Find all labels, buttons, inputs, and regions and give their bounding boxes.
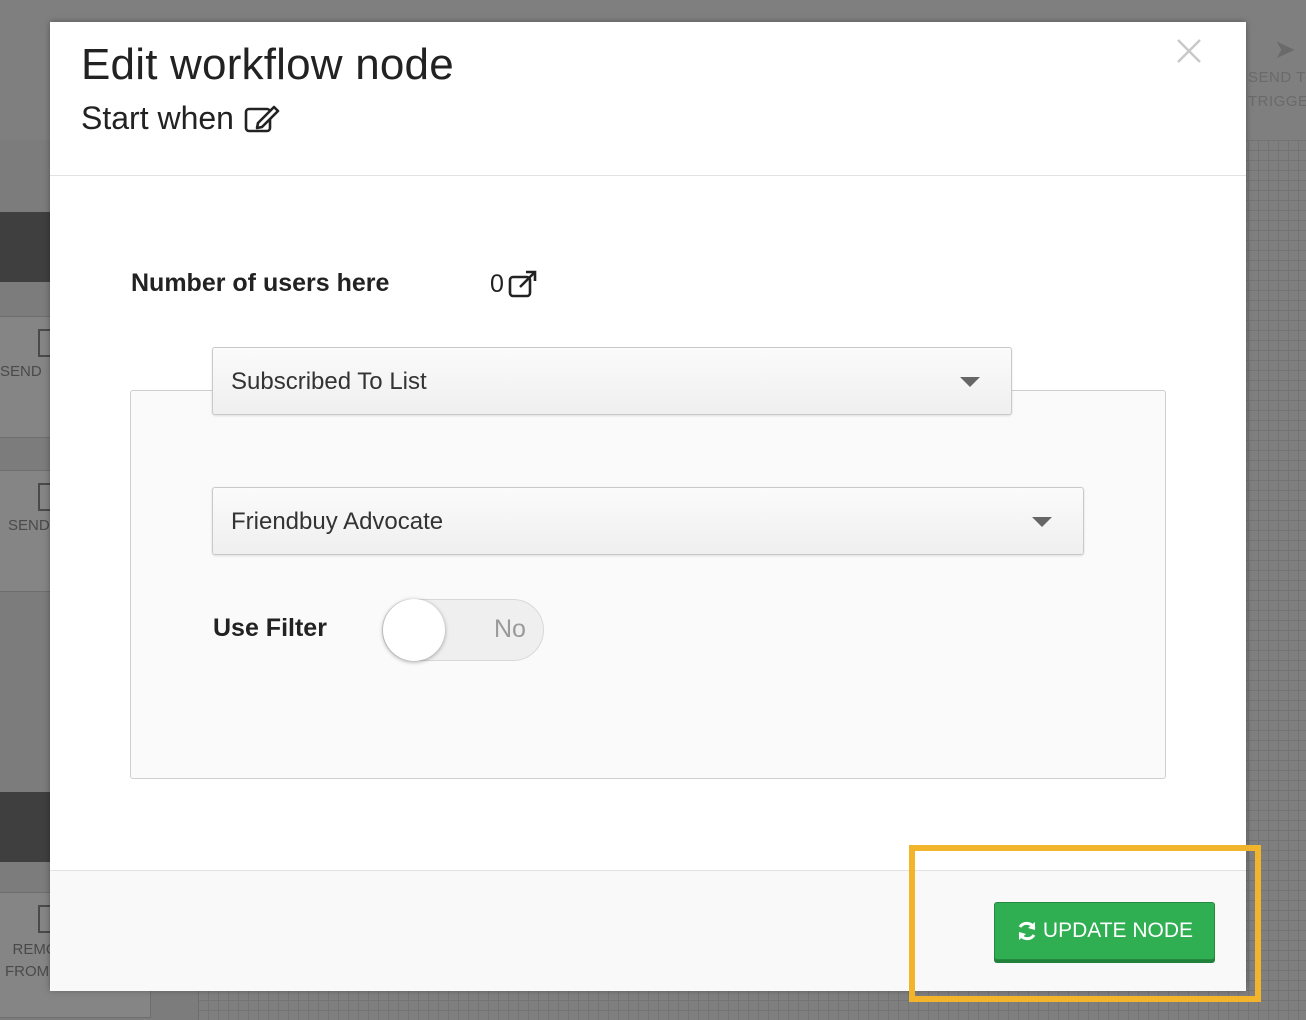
- list-select[interactable]: Friendbuy Advocate: [212, 487, 1084, 555]
- right-label-line: TRIGGE: [1248, 93, 1306, 110]
- users-count-label: Number of users here: [131, 269, 390, 297]
- caret-down-icon: [1032, 517, 1052, 527]
- toggle-state-text: No: [494, 615, 526, 643]
- caret-down-icon: [960, 377, 980, 387]
- trigger-select-value: Subscribed To List: [231, 368, 427, 395]
- modal-subtitle: Start when: [81, 100, 280, 137]
- external-link-icon[interactable]: [508, 269, 538, 299]
- edit-icon[interactable]: [244, 103, 280, 135]
- use-filter-toggle[interactable]: No: [382, 599, 544, 661]
- modal-title: Edit workflow node: [81, 40, 454, 89]
- modal-header: Edit workflow node Start when: [50, 22, 1246, 176]
- subtitle-text: Start when: [81, 100, 234, 136]
- filter-panel: [130, 390, 1166, 779]
- users-count: 0: [490, 269, 538, 299]
- right-label-line: SEND T: [1248, 69, 1306, 86]
- users-count-value: 0: [490, 269, 504, 298]
- highlight-box: [909, 845, 1261, 1002]
- close-icon[interactable]: [1174, 36, 1204, 66]
- send-icon: ➤: [1274, 34, 1296, 64]
- trigger-select[interactable]: Subscribed To List: [212, 347, 1012, 415]
- list-select-value: Friendbuy Advocate: [231, 508, 444, 535]
- use-filter-label: Use Filter: [213, 614, 327, 642]
- background-right-label: SEND T TRIGGE: [1248, 66, 1306, 114]
- toggle-knob: [383, 599, 445, 661]
